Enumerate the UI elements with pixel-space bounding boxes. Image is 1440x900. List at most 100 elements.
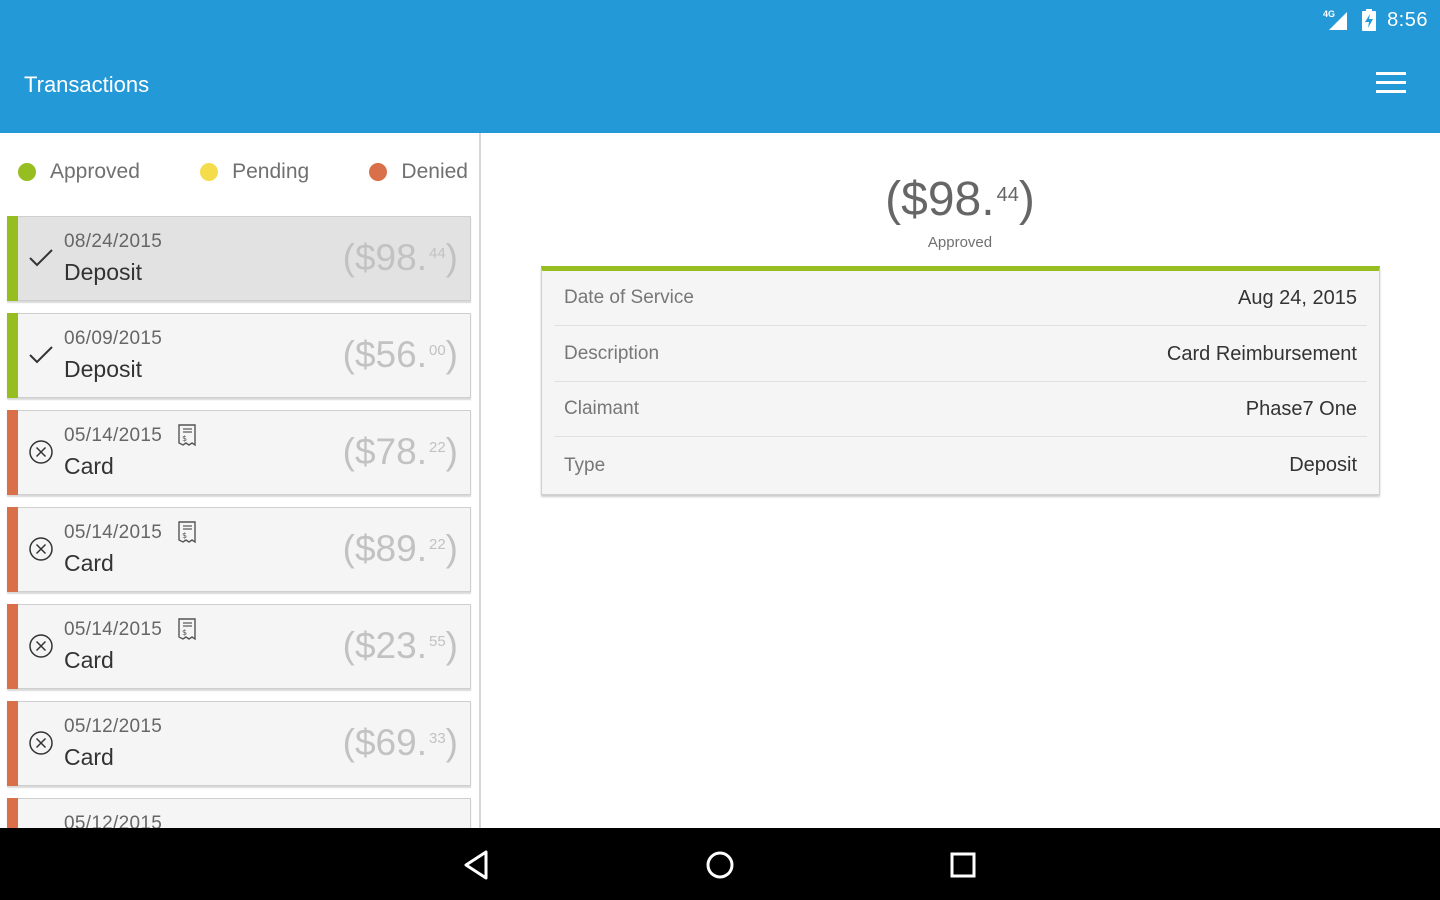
denied-circle-x-icon: [28, 536, 54, 562]
status-color-bar: [7, 507, 18, 592]
transaction-date: 05/14/2015: [64, 425, 163, 446]
receipt-icon: $: [176, 617, 198, 641]
legend-denied: Denied: [369, 160, 468, 184]
amount-cents: 44: [428, 245, 446, 262]
back-triangle-icon: [464, 850, 488, 880]
check-icon: [28, 342, 54, 368]
transaction-type: Card: [64, 550, 114, 576]
detail-amount-main: ($98.: [885, 173, 995, 226]
status-color-bar: [7, 410, 18, 495]
detail-card: Date of Service Aug 24, 2015 Description…: [541, 266, 1380, 495]
detail-row-type: Type Deposit: [554, 438, 1367, 493]
detail-amount: ($98. 44): [540, 172, 1380, 227]
transaction-row[interactable]: 05/12/2015 Card ($69. 33): [7, 701, 471, 786]
detail-label: Type: [564, 454, 606, 476]
transaction-row[interactable]: 05/14/2015 $ Card ($23. 55): [7, 604, 471, 689]
amount-close: ): [445, 237, 458, 278]
amount-main: ($89.: [342, 528, 427, 569]
transaction-type: Deposit: [64, 356, 142, 382]
transaction-row[interactable]: 06/09/2015 Deposit ($56. 00): [7, 313, 471, 398]
status-color-bar: [7, 604, 18, 689]
amount-cents: 00: [428, 342, 446, 359]
menu-button[interactable]: [1376, 72, 1408, 98]
svg-text:$: $: [182, 434, 187, 443]
detail-amount-cents: 44: [996, 184, 1019, 206]
transaction-amount: ($78. 22): [343, 431, 458, 473]
pane-divider: [479, 133, 481, 828]
back-button[interactable]: [460, 848, 494, 882]
denied-circle-x-icon: [28, 730, 54, 756]
detail-row-claimant: Claimant Phase7 One: [554, 382, 1367, 437]
detail-amount-close: ): [1018, 173, 1035, 226]
amount-cents: 22: [428, 536, 446, 553]
amount-cents: 22: [428, 439, 446, 456]
transaction-date: 05/14/2015: [64, 522, 163, 543]
amount-close: ): [445, 625, 458, 666]
transaction-date: 05/14/2015: [64, 619, 163, 640]
transaction-amount: [456, 819, 458, 827]
status-color-bar: [7, 216, 18, 301]
status-color-bar: [7, 798, 18, 828]
hamburger-icon-bar: [1376, 81, 1406, 84]
system-nav-bar: [0, 828, 1440, 900]
transaction-row[interactable]: 08/24/2015 Deposit ($98. 44): [7, 216, 471, 301]
transaction-row[interactable]: 05/14/2015 $ Card ($89. 22): [7, 507, 471, 592]
legend-pending: Pending: [200, 160, 309, 184]
status-time: 8:56: [1387, 8, 1428, 31]
amount-main: ($56.: [342, 334, 427, 375]
amount-close: ): [445, 722, 458, 763]
app-bar: 4G 8:56 Transactions: [0, 0, 1440, 133]
transaction-amount: ($23. 55): [343, 625, 458, 667]
svg-text:$: $: [182, 628, 187, 637]
transaction-date: 08/24/2015: [64, 231, 163, 252]
detail-value: Deposit: [1289, 454, 1357, 476]
status-color-bar: [7, 701, 18, 786]
transaction-type: Card: [64, 744, 114, 770]
receipt-icon: $: [176, 423, 198, 447]
detail-label: Claimant: [564, 398, 639, 419]
amount-close: ): [445, 528, 458, 569]
network-label: 4G: [1323, 9, 1335, 19]
pending-dot-icon: [200, 163, 219, 181]
denied-dot-icon: [369, 163, 388, 181]
denied-circle-x-icon: [28, 633, 54, 659]
detail-row-description: Description Card Reimbursement: [554, 327, 1367, 382]
hamburger-icon-bar: [1376, 72, 1406, 75]
legend-label: Denied: [401, 160, 468, 183]
amount-main: ($78.: [342, 431, 427, 472]
battery-charging-icon: [1362, 9, 1377, 31]
transaction-type: Card: [64, 453, 114, 479]
amount-cents: 33: [428, 730, 446, 747]
hamburger-icon-bar: [1376, 90, 1406, 93]
recents-square-icon: [950, 852, 976, 878]
amount-close: ): [445, 334, 458, 375]
legend-label: Approved: [50, 160, 140, 183]
transaction-amount: ($56. 00): [343, 334, 458, 376]
detail-value: Card Reimbursement: [1166, 342, 1357, 365]
transaction-date: 05/12/2015: [64, 813, 163, 828]
status-legend: Approved Pending Denied: [18, 157, 468, 187]
denied-circle-x-icon: [28, 439, 54, 465]
transaction-row[interactable]: 05/14/2015 $ Card ($78. 22): [7, 410, 471, 495]
transaction-date: 06/09/2015: [64, 328, 163, 349]
detail-amount-value: ($98. 44): [885, 172, 1035, 227]
legend-approved: Approved: [18, 160, 140, 184]
transaction-type: Deposit: [64, 259, 142, 285]
transaction-amount: ($89. 22): [343, 528, 458, 570]
transaction-list-pane: Approved Pending Denied 08/24/2015 Deposi…: [0, 133, 480, 828]
amount-main: ($98.: [342, 237, 427, 278]
transaction-row[interactable]: 05/12/2015: [7, 798, 471, 828]
detail-value: Phase7 One: [1245, 397, 1357, 420]
detail-label: Date of Service: [564, 287, 694, 308]
transaction-date: 05/12/2015: [64, 716, 163, 737]
page-title: Transactions: [24, 72, 150, 97]
detail-value: Aug 24, 2015: [1238, 286, 1357, 309]
transaction-amount: ($69. 33): [343, 722, 458, 764]
detail-row-date: Date of Service Aug 24, 2015: [554, 271, 1367, 326]
home-circle-icon: [706, 851, 734, 879]
home-button[interactable]: [703, 848, 737, 882]
svg-text:$: $: [182, 531, 187, 540]
recents-button[interactable]: [946, 848, 980, 882]
transaction-amount: ($98. 44): [343, 237, 458, 279]
transaction-type: Card: [64, 647, 114, 673]
